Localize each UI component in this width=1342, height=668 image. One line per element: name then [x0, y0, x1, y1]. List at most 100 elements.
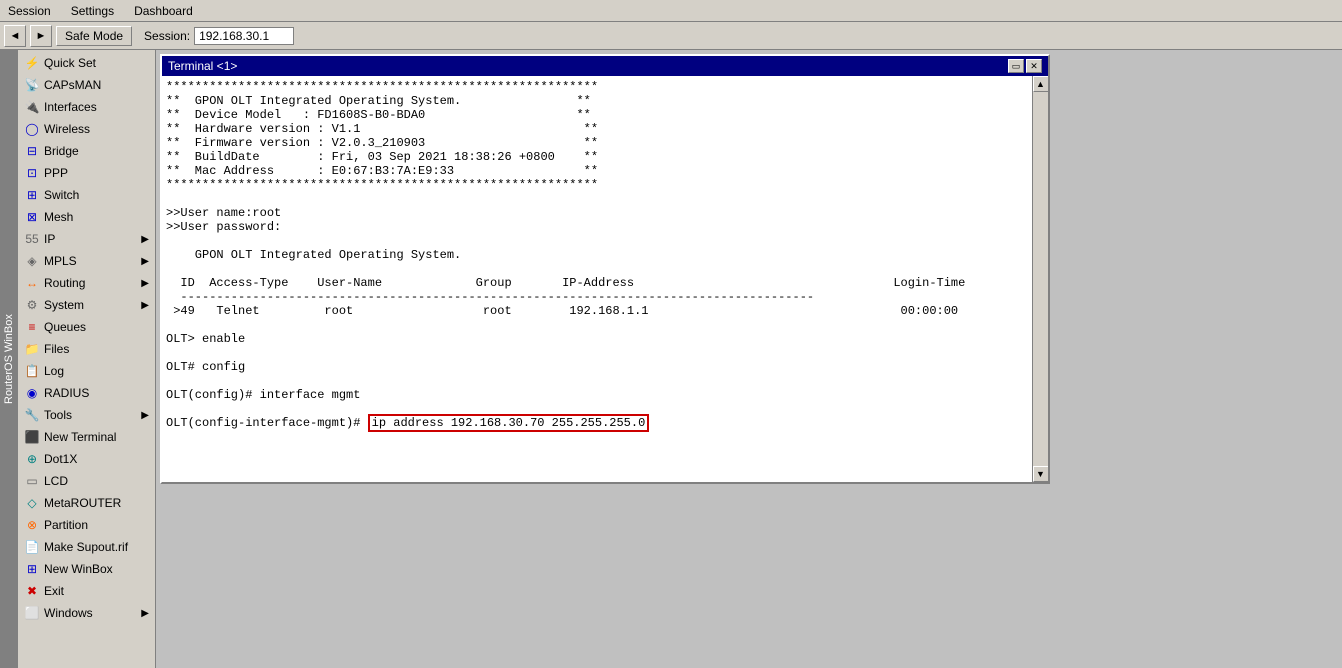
sidebar-label-lcd: LCD [44, 474, 68, 488]
terminal-close-button[interactable]: ✕ [1026, 59, 1042, 73]
menu-bar: Session Settings Dashboard [0, 0, 1342, 22]
back-button[interactable]: ◄ [4, 25, 26, 47]
sidebar-item-bridge[interactable]: ⊟ Bridge [18, 140, 155, 162]
sidebar-item-lcd[interactable]: ▭ LCD [18, 470, 155, 492]
menu-settings[interactable]: Settings [67, 3, 118, 19]
sidebar-icon-capsman: 📡 [24, 77, 40, 93]
toolbar: ◄ ► Safe Mode Session: 192.168.30.1 [0, 22, 1342, 50]
terminal-scrollbar: ▲ ▼ [1032, 76, 1048, 482]
sidebar-arrow-system: ▶ [141, 300, 149, 311]
sidebar-label-quick-set: Quick Set [44, 56, 96, 70]
terminal-prompt: OLT(config-interface-mgmt)# [166, 416, 368, 430]
sidebar-item-files[interactable]: 📁 Files [18, 338, 155, 360]
sidebar-label-switch: Switch [44, 188, 79, 202]
sidebar-item-ppp[interactable]: ⊡ PPP [18, 162, 155, 184]
sidebar-item-make-supout[interactable]: 📄 Make Supout.rif [18, 536, 155, 558]
sidebar-item-ip[interactable]: 55 IP ▶ [18, 228, 155, 250]
sidebar-label-interfaces: Interfaces [44, 100, 97, 114]
vertical-app-label: RouterOS WinBox [0, 50, 18, 668]
sidebar-icon-routing: ↔ [24, 275, 40, 291]
sidebar-icon-partition: ⊗ [24, 517, 40, 533]
sidebar: ⚡ Quick Set 📡 CAPsMAN 🔌 Interfaces ◯ Wir… [18, 50, 156, 668]
sidebar-label-log: Log [44, 364, 64, 378]
sidebar-arrow-windows: ▶ [141, 608, 149, 619]
sidebar-icon-files: 📁 [24, 341, 40, 357]
sidebar-arrow-mpls: ▶ [141, 256, 149, 267]
terminal-content-row: ****************************************… [162, 76, 1048, 482]
sidebar-item-windows[interactable]: ⬜ Windows ▶ [18, 602, 155, 624]
sidebar-item-partition[interactable]: ⊗ Partition [18, 514, 155, 536]
sidebar-label-exit: Exit [44, 584, 64, 598]
sidebar-label-ppp: PPP [44, 166, 68, 180]
sidebar-item-wireless[interactable]: ◯ Wireless [18, 118, 155, 140]
sidebar-item-metarouter[interactable]: ◇ MetaROUTER [18, 492, 155, 514]
terminal-restore-button[interactable]: ▭ [1008, 59, 1024, 73]
terminal-title: Terminal <1> [168, 59, 237, 73]
sidebar-label-partition: Partition [44, 518, 88, 532]
sidebar-icon-make-supout: 📄 [24, 539, 40, 555]
sidebar-item-dot1x[interactable]: ⊕ Dot1X [18, 448, 155, 470]
sidebar-item-new-terminal[interactable]: ⬛ New Terminal [18, 426, 155, 448]
sidebar-icon-mesh: ⊠ [24, 209, 40, 225]
sidebar-icon-system: ⚙ [24, 297, 40, 313]
sidebar-label-mpls: MPLS [44, 254, 77, 268]
terminal-window: Terminal <1> ▭ ✕ ***********************… [160, 54, 1050, 484]
sidebar-item-log[interactable]: 📋 Log [18, 360, 155, 382]
sidebar-item-radius[interactable]: ◉ RADIUS [18, 382, 155, 404]
sidebar-icon-radius: ◉ [24, 385, 40, 401]
sidebar-label-system: System [44, 298, 84, 312]
sidebar-label-radius: RADIUS [44, 386, 89, 400]
sidebar-label-files: Files [44, 342, 69, 356]
sidebar-label-wireless: Wireless [44, 122, 90, 136]
sidebar-icon-tools: 🔧 [24, 407, 40, 423]
sidebar-icon-interfaces: 🔌 [24, 99, 40, 115]
sidebar-item-exit[interactable]: ✖ Exit [18, 580, 155, 602]
sidebar-icon-wireless: ◯ [24, 121, 40, 137]
sidebar-arrow-tools: ▶ [141, 410, 149, 421]
sidebar-label-new-terminal: New Terminal [44, 430, 116, 444]
session-label: Session: [144, 29, 190, 43]
sidebar-icon-metarouter: ◇ [24, 495, 40, 511]
sidebar-label-dot1x: Dot1X [44, 452, 77, 466]
scroll-down-button[interactable]: ▼ [1033, 466, 1049, 482]
sidebar-arrow-ip: ▶ [141, 234, 149, 245]
sidebar-label-routing: Routing [44, 276, 85, 290]
sidebar-item-mesh[interactable]: ⊠ Mesh [18, 206, 155, 228]
sidebar-label-windows: Windows [44, 606, 93, 620]
sidebar-label-new-winbox: New WinBox [44, 562, 113, 576]
sidebar-label-capsman: CAPsMAN [44, 78, 101, 92]
sidebar-icon-new-winbox: ⊞ [24, 561, 40, 577]
sidebar-icon-ppp: ⊡ [24, 165, 40, 181]
sidebar-label-tools: Tools [44, 408, 72, 422]
sidebar-item-new-winbox[interactable]: ⊞ New WinBox [18, 558, 155, 580]
sidebar-item-queues[interactable]: ≡ Queues [18, 316, 155, 338]
sidebar-item-quick-set[interactable]: ⚡ Quick Set [18, 52, 155, 74]
main-layout: RouterOS WinBox ⚡ Quick Set 📡 CAPsMAN 🔌 … [0, 50, 1342, 668]
forward-button[interactable]: ► [30, 25, 52, 47]
sidebar-icon-ip: 55 [24, 231, 40, 247]
sidebar-icon-exit: ✖ [24, 583, 40, 599]
terminal-body[interactable]: ****************************************… [162, 76, 1032, 482]
sidebar-item-system[interactable]: ⚙ System ▶ [18, 294, 155, 316]
safe-mode-button[interactable]: Safe Mode [56, 26, 132, 46]
sidebar-icon-bridge: ⊟ [24, 143, 40, 159]
scroll-up-button[interactable]: ▲ [1033, 76, 1049, 92]
sidebar-item-interfaces[interactable]: 🔌 Interfaces [18, 96, 155, 118]
sidebar-icon-switch: ⊞ [24, 187, 40, 203]
sidebar-label-metarouter: MetaROUTER [44, 496, 121, 510]
menu-dashboard[interactable]: Dashboard [130, 3, 197, 19]
content-area: Terminal <1> ▭ ✕ ***********************… [156, 50, 1342, 668]
session-value: 192.168.30.1 [194, 27, 294, 45]
sidebar-item-capsman[interactable]: 📡 CAPsMAN [18, 74, 155, 96]
menu-session[interactable]: Session [4, 3, 55, 19]
sidebar-icon-lcd: ▭ [24, 473, 40, 489]
sidebar-item-mpls[interactable]: ◈ MPLS ▶ [18, 250, 155, 272]
sidebar-arrow-routing: ▶ [141, 278, 149, 289]
sidebar-item-switch[interactable]: ⊞ Switch [18, 184, 155, 206]
terminal-titlebar: Terminal <1> ▭ ✕ [162, 56, 1048, 76]
sidebar-item-routing[interactable]: ↔ Routing ▶ [18, 272, 155, 294]
sidebar-icon-queues: ≡ [24, 319, 40, 335]
sidebar-item-tools[interactable]: 🔧 Tools ▶ [18, 404, 155, 426]
sidebar-label-queues: Queues [44, 320, 86, 334]
terminal-input[interactable]: ip address 192.168.30.70 255.255.255.0 [368, 414, 650, 432]
